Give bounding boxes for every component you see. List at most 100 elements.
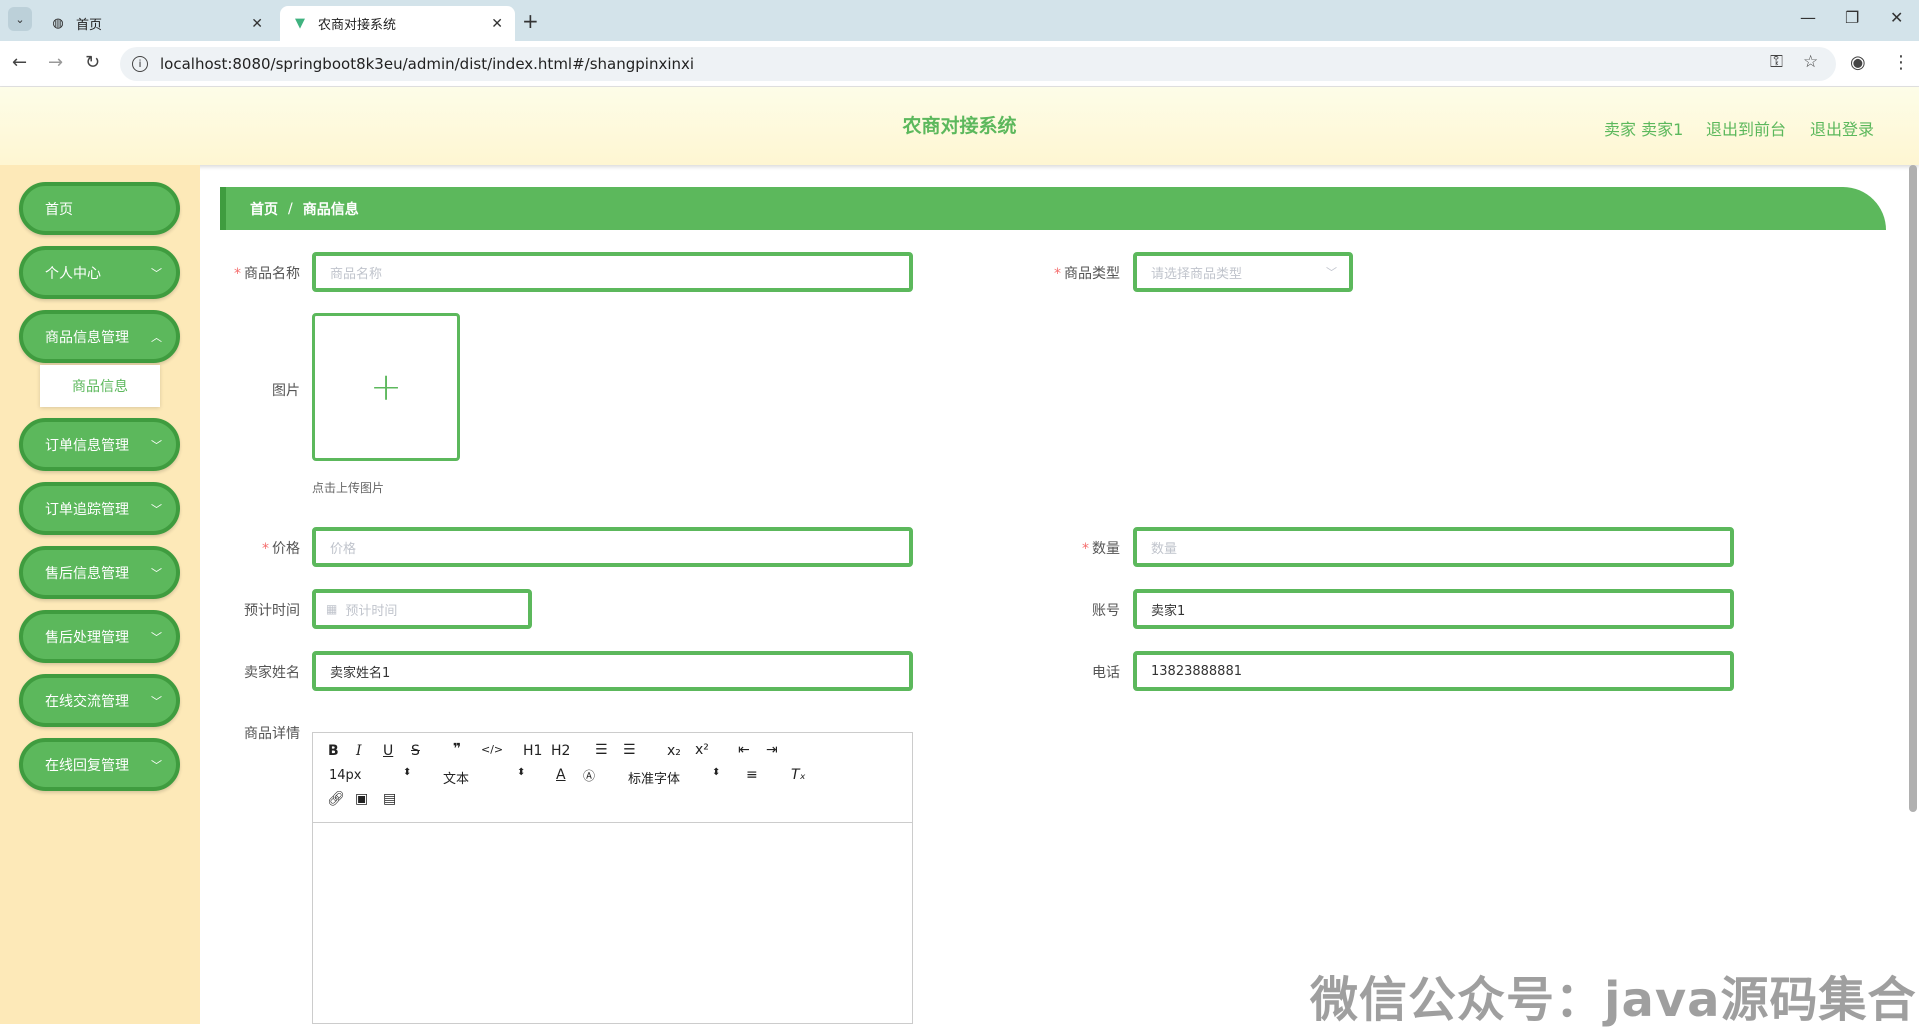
format-select[interactable]: 文本 bbox=[443, 768, 469, 787]
label-text: 数量 bbox=[1092, 541, 1120, 557]
account-input[interactable]: 卖家1 bbox=[1133, 589, 1734, 629]
image-icon[interactable]: ▣ bbox=[355, 791, 368, 807]
background-color-icon[interactable]: Ⓐ bbox=[583, 767, 595, 784]
product-name-label: * 商品名称 bbox=[200, 263, 300, 283]
page-scrollbar[interactable] bbox=[1909, 165, 1917, 812]
chevron-down-icon: ﹀ bbox=[151, 266, 162, 280]
browser-tab-active[interactable]: ▼ 农商对接系统 ✕ bbox=[280, 6, 515, 41]
password-key-icon[interactable]: ⚿ bbox=[1770, 52, 1783, 72]
clear-format-icon[interactable]: Tₓ bbox=[791, 767, 806, 783]
font-color-icon[interactable]: A bbox=[556, 767, 566, 783]
sidebar-item-label: 商品信息管理 bbox=[45, 329, 129, 346]
rich-text-editor: B I U S ❞ </> H1 H2 ☰ ☰ x₂ x² ⇤ ⇥ 14px ⬍… bbox=[312, 732, 913, 1024]
select-placeholder: 请选择商品类型 bbox=[1151, 266, 1243, 282]
profile-icon[interactable]: ◉ bbox=[1850, 52, 1866, 73]
font-size-select[interactable]: 14px bbox=[329, 768, 362, 783]
forward-icon[interactable]: → bbox=[48, 52, 63, 73]
current-user: 卖家 卖家1 bbox=[1604, 120, 1684, 139]
code-block-icon[interactable]: </> bbox=[481, 743, 503, 756]
sidebar-item-label: 售后处理管理 bbox=[45, 629, 129, 646]
underline-icon[interactable]: U bbox=[383, 743, 393, 759]
more-menu-icon[interactable]: ⋮ bbox=[1892, 52, 1910, 73]
sidebar-subitem-product-info[interactable]: 商品信息 bbox=[40, 365, 160, 407]
product-type-select[interactable]: 请选择商品类型 ﹀ bbox=[1133, 252, 1353, 292]
vue-logo-icon: ▼ bbox=[295, 16, 305, 31]
back-icon[interactable]: ← bbox=[12, 52, 27, 73]
app-header: 农商对接系统 卖家 卖家1 退出到前台 退出登录 bbox=[0, 87, 1919, 165]
heading1-icon[interactable]: H1 bbox=[523, 743, 542, 759]
label-text: 价格 bbox=[272, 541, 300, 557]
tab-title: 农商对接系统 bbox=[318, 18, 397, 33]
sidebar-item-product-management[interactable]: 商品信息管理 ︿ bbox=[19, 310, 180, 363]
strike-icon[interactable]: S bbox=[411, 743, 420, 759]
sidebar-item-label: 订单信息管理 bbox=[45, 437, 129, 454]
sidebar-item-label: 在线回复管理 bbox=[45, 757, 129, 774]
exit-to-front-link[interactable]: 退出到前台 bbox=[1706, 116, 1786, 140]
align-icon[interactable]: ≡ bbox=[746, 767, 758, 783]
chevron-down-icon: ﹀ bbox=[151, 758, 162, 772]
sidebar-item-online-chat[interactable]: 在线交流管理 ﹀ bbox=[19, 674, 180, 727]
bold-icon[interactable]: B bbox=[328, 743, 339, 759]
eta-placeholder: 预计时间 bbox=[345, 603, 398, 619]
browser-toolbar: ← → ↻ i localhost:8080/springboot8k3eu/a… bbox=[0, 41, 1919, 87]
price-input[interactable]: 价格 bbox=[312, 527, 913, 567]
close-tab-icon[interactable]: ✕ bbox=[251, 16, 263, 32]
label-text: 商品名称 bbox=[244, 266, 300, 282]
font-family-select[interactable]: 标准字体 bbox=[628, 768, 680, 787]
editor-content-area[interactable] bbox=[313, 823, 912, 1023]
logout-link[interactable]: 退出登录 bbox=[1810, 116, 1874, 140]
sidebar-item-online-reply[interactable]: 在线回复管理 ﹀ bbox=[19, 738, 180, 791]
required-mark: * bbox=[262, 541, 269, 557]
chevron-down-icon: ﹀ bbox=[151, 566, 162, 580]
address-bar[interactable]: i localhost:8080/springboot8k3eu/admin/d… bbox=[120, 47, 1836, 81]
sidebar-item-order-tracking[interactable]: 订单追踪管理 ﹀ bbox=[19, 482, 180, 535]
minimize-icon[interactable]: — bbox=[1800, 8, 1816, 27]
site-info-icon[interactable]: i bbox=[132, 56, 148, 72]
sidebar-item-aftersale-handling[interactable]: 售后处理管理 ﹀ bbox=[19, 610, 180, 663]
eta-label: 预计时间 bbox=[244, 603, 300, 619]
font-family-chevron-icon: ⬍ bbox=[712, 767, 721, 778]
close-window-icon[interactable]: ✕ bbox=[1890, 8, 1903, 27]
eta-date-input[interactable]: ▦ 预计时间 bbox=[312, 589, 532, 629]
outdent-icon[interactable]: ⇤ bbox=[738, 742, 750, 758]
globe-icon: ◍ bbox=[52, 16, 64, 31]
browser-tab-home[interactable]: ◍ 首页 ✕ bbox=[40, 6, 275, 41]
tab-search-chevron-icon[interactable]: ⌄ bbox=[8, 7, 32, 31]
close-tab-icon[interactable]: ✕ bbox=[491, 16, 503, 32]
phone-input[interactable]: 13823888881 bbox=[1133, 651, 1734, 691]
blockquote-icon[interactable]: ❞ bbox=[453, 741, 461, 757]
sidebar-item-home[interactable]: 首页 bbox=[19, 182, 180, 235]
indent-icon[interactable]: ⇥ bbox=[766, 742, 778, 758]
breadcrumb: 首页 / 商品信息 bbox=[220, 187, 1886, 230]
ordered-list-icon[interactable]: ☰ bbox=[595, 742, 608, 758]
tab-title: 首页 bbox=[76, 18, 103, 33]
heading2-icon[interactable]: H2 bbox=[551, 743, 570, 759]
detail-label: 商品详情 bbox=[244, 726, 300, 742]
new-tab-icon[interactable]: + bbox=[522, 9, 539, 33]
bookmark-star-icon[interactable]: ☆ bbox=[1803, 52, 1818, 72]
reload-icon[interactable]: ↻ bbox=[85, 52, 100, 73]
link-icon[interactable]: 🔗︎ bbox=[327, 791, 345, 807]
breadcrumb-separator: / bbox=[288, 200, 293, 217]
sidebar-item-profile[interactable]: 个人中心 ﹀ bbox=[19, 246, 180, 299]
breadcrumb-home[interactable]: 首页 bbox=[250, 199, 278, 219]
sidebar-item-aftersale-info[interactable]: 售后信息管理 ﹀ bbox=[19, 546, 180, 599]
chevron-down-icon: ﹀ bbox=[151, 630, 162, 644]
sidebar-item-label: 订单追踪管理 bbox=[45, 501, 129, 518]
image-upload-box[interactable]: + bbox=[312, 313, 460, 461]
format-chevron-icon: ⬍ bbox=[517, 767, 526, 778]
account-label: 账号 bbox=[1092, 603, 1120, 619]
browser-tabbar: ⌄ ◍ 首页 ✕ ▼ 农商对接系统 ✕ + — ❐ ✕ bbox=[0, 0, 1919, 41]
seller-name-input[interactable]: 卖家姓名1 bbox=[312, 651, 913, 691]
italic-icon[interactable]: I bbox=[356, 743, 362, 759]
product-name-input[interactable]: 商品名称 bbox=[312, 252, 913, 292]
video-icon[interactable]: ▤ bbox=[383, 791, 396, 807]
subscript-icon[interactable]: x₂ bbox=[667, 743, 681, 759]
upload-tip: 点击上传图片 bbox=[312, 481, 385, 495]
superscript-icon[interactable]: x² bbox=[695, 742, 709, 758]
quantity-input[interactable]: 数量 bbox=[1133, 527, 1734, 567]
restore-icon[interactable]: ❐ bbox=[1845, 8, 1859, 27]
bullet-list-icon[interactable]: ☰ bbox=[623, 742, 636, 758]
seller-name-label: 卖家姓名 bbox=[244, 665, 300, 681]
sidebar-item-order-management[interactable]: 订单信息管理 ﹀ bbox=[19, 418, 180, 471]
